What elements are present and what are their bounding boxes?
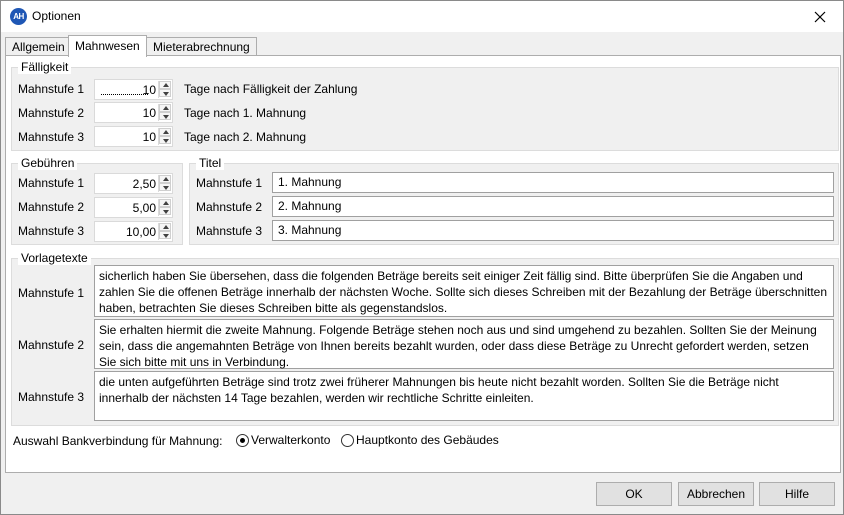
group-titel: Titel Mahnstufe 1 1. Mahnung Mahnstufe 2…	[189, 156, 839, 245]
vorlage-label-2: Mahnstufe 2	[18, 338, 85, 352]
titel-input-3[interactable]: 3. Mahnung	[272, 220, 834, 241]
close-button[interactable]	[797, 1, 843, 32]
close-icon	[814, 11, 826, 23]
stepper-up-icon[interactable]	[159, 81, 171, 89]
stepper-buttons	[158, 81, 171, 98]
gebuehren-stepper-1[interactable]: 2,50	[94, 173, 173, 194]
radio-hauptkonto-label: Hauptkonto des Gebäudes	[356, 433, 499, 447]
gebuehren-stepper-2[interactable]: 5,00	[94, 197, 173, 218]
vorlage-textarea-1[interactable]: sicherlich haben Sie übersehen, dass die…	[94, 265, 834, 317]
stepper-buttons	[158, 199, 171, 216]
stepper-up-icon[interactable]	[159, 128, 171, 136]
help-button[interactable]: Hilfe	[759, 482, 835, 506]
stepper-buttons	[158, 128, 171, 145]
faelligkeit-label-2: Mahnstufe 2	[18, 106, 85, 120]
group-title-gebuehren: Gebühren	[18, 156, 78, 170]
vorlage-label-1: Mahnstufe 1	[18, 286, 85, 300]
stepper-down-icon[interactable]	[159, 231, 171, 239]
gebuehren-value-3: 10,00	[125, 225, 156, 239]
stepper-down-icon[interactable]	[159, 183, 171, 191]
faelligkeit-stepper-1[interactable]: 10	[94, 79, 173, 100]
faelligkeit-value-1: 10	[142, 83, 156, 97]
bank-selection-label: Auswahl Bankverbindung für Mahnung:	[13, 434, 223, 448]
window-title: Optionen	[32, 9, 81, 23]
title-bar: AH Optionen	[1, 1, 843, 32]
ok-button[interactable]: OK	[596, 482, 672, 506]
faelligkeit-label-1: Mahnstufe 1	[18, 82, 85, 96]
stepper-buttons	[158, 223, 171, 240]
faelligkeit-suffix-1: Tage nach Fälligkeit der Zahlung	[184, 82, 358, 96]
stepper-buttons	[158, 175, 171, 192]
stepper-down-icon[interactable]	[159, 136, 171, 144]
faelligkeit-label-3: Mahnstufe 3	[18, 130, 85, 144]
tab-allgemein[interactable]: Allgemein	[5, 37, 72, 56]
titel-label-1: Mahnstufe 1	[196, 176, 263, 190]
faelligkeit-value-3: 10	[142, 130, 156, 144]
gebuehren-label-2: Mahnstufe 2	[18, 200, 85, 214]
tab-mahnwesen[interactable]: Mahnwesen	[68, 35, 147, 57]
group-title-vorlagetexte: Vorlagetexte	[18, 251, 91, 265]
titel-input-1[interactable]: 1. Mahnung	[272, 172, 834, 193]
gebuehren-stepper-3[interactable]: 10,00	[94, 221, 173, 242]
group-gebuehren: Gebühren Mahnstufe 1 2,50 Mahnstufe 2 5,…	[11, 156, 183, 245]
tab-mieterabrechnung[interactable]: Mieterabrechnung	[146, 37, 257, 56]
radio-unchecked-icon[interactable]	[341, 434, 354, 447]
gebuehren-value-2: 5,00	[132, 201, 156, 215]
titel-label-2: Mahnstufe 2	[196, 200, 263, 214]
group-vorlagetexte: Vorlagetexte Mahnstufe 1 sicherlich habe…	[11, 251, 839, 426]
stepper-buttons	[158, 104, 171, 121]
stepper-down-icon[interactable]	[159, 207, 171, 215]
radio-verwalterkonto-label: Verwalterkonto	[251, 433, 331, 447]
group-title-titel: Titel	[196, 156, 225, 170]
faelligkeit-stepper-3[interactable]: 10	[94, 126, 173, 147]
faelligkeit-suffix-2: Tage nach 1. Mahnung	[184, 106, 307, 120]
stepper-up-icon[interactable]	[159, 223, 171, 231]
titel-label-3: Mahnstufe 3	[196, 224, 263, 238]
faelligkeit-stepper-2[interactable]: 10	[94, 102, 173, 123]
faelligkeit-value-2: 10	[142, 106, 156, 120]
vorlage-textarea-2[interactable]: Sie erhalten hiermit die zweite Mahnung.…	[94, 319, 834, 369]
vorlage-textarea-3[interactable]: die unten aufgeführten Beträge sind trot…	[94, 371, 834, 421]
tab-panel-mahnwesen: Fälligkeit Mahnstufe 1 10 Tage nach Fäll…	[5, 55, 841, 473]
stepper-up-icon[interactable]	[159, 175, 171, 183]
radio-checked-icon[interactable]	[236, 434, 249, 447]
text-caret	[101, 94, 148, 95]
cancel-button[interactable]: Abbrechen	[678, 482, 754, 506]
stepper-up-icon[interactable]	[159, 104, 171, 112]
stepper-down-icon[interactable]	[159, 89, 171, 97]
group-title-faelligkeit: Fälligkeit	[18, 60, 72, 74]
stepper-up-icon[interactable]	[159, 199, 171, 207]
titel-input-2[interactable]: 2. Mahnung	[272, 196, 834, 217]
app-logo-icon: AH	[10, 8, 27, 25]
faelligkeit-suffix-3: Tage nach 2. Mahnung	[184, 130, 307, 144]
gebuehren-label-3: Mahnstufe 3	[18, 224, 85, 238]
gebuehren-value-1: 2,50	[132, 177, 156, 191]
stepper-down-icon[interactable]	[159, 112, 171, 120]
options-dialog: AH Optionen Allgemein Mahnwesen Mieterab…	[0, 0, 844, 515]
group-faelligkeit: Fälligkeit Mahnstufe 1 10 Tage nach Fäll…	[11, 60, 839, 151]
vorlage-label-3: Mahnstufe 3	[18, 390, 85, 404]
gebuehren-label-1: Mahnstufe 1	[18, 176, 85, 190]
